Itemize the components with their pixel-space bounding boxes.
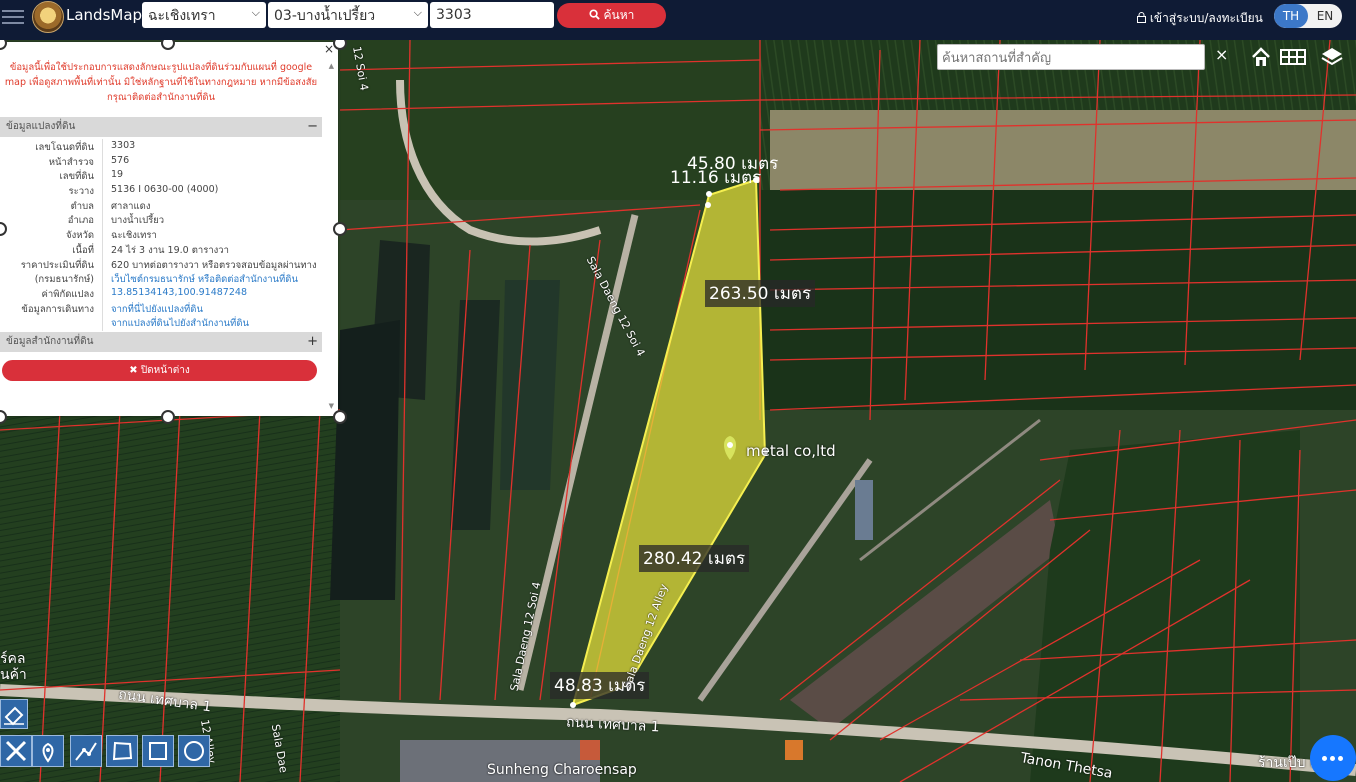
- map-place-label: Sunheng Charoensap: [487, 762, 637, 778]
- home-icon[interactable]: [1248, 44, 1276, 70]
- line-icon[interactable]: [70, 735, 102, 767]
- detail-row: (กรมธนารักษ์) เว็บไซต์กรมธนารักษ์ หรือติด…: [0, 271, 322, 286]
- clear-search-icon[interactable]: ×: [1215, 45, 1228, 64]
- detail-row: ระวาง 5136 I 0630-00 (4000): [0, 183, 322, 198]
- map-place-label: metal co,ltd: [746, 442, 836, 460]
- detail-value: 576: [111, 154, 130, 166]
- polygon-icon[interactable]: [106, 735, 138, 767]
- measurement-label: 263.50 เมตร: [705, 280, 816, 307]
- detail-row: ค่าพิกัดแปลง 13.85134143,100.91487248: [0, 286, 322, 301]
- resize-handle[interactable]: [161, 410, 175, 424]
- detail-row: เลขโฉนดที่ดิน 3303: [0, 139, 322, 154]
- grid-icon[interactable]: [1279, 44, 1307, 70]
- menu-icon[interactable]: [2, 6, 24, 28]
- province-select[interactable]: ฉะเชิงเทรา ⌵: [142, 2, 266, 28]
- detail-row: อำเภอ บางน้ำเปรี้ยว: [0, 212, 322, 227]
- eraser-icon[interactable]: [0, 699, 28, 729]
- ruler-icon[interactable]: [0, 735, 32, 767]
- directions-to-office-link[interactable]: จากแปลงที่ดินไปยังสำนักงานที่ดิน: [111, 316, 249, 331]
- close-window-button[interactable]: ✖ ปิดหน้าต่าง: [2, 360, 317, 381]
- province-value: ฉะเชิงเทรา: [148, 8, 216, 24]
- parcel-info-panel: × ▲ ข้อมูลนี้เพื่อใช้ประกอบการแสดงลักษณะ…: [0, 42, 338, 416]
- detail-row: เลขที่ดิน 19: [0, 168, 322, 183]
- lang-th-button[interactable]: TH: [1274, 4, 1308, 28]
- measurement-label: 280.42 เมตร: [639, 545, 750, 572]
- brand-name: LandsMaps: [66, 6, 150, 24]
- section-title: ข้อมูลแปลงที่ดิน: [6, 121, 76, 132]
- detail-value: 5136 I 0630-00 (4000): [111, 184, 219, 196]
- section-title: ข้อมูลสำนักงานที่ดิน: [6, 336, 94, 347]
- disclaimer-text: ข้อมูลนี้เพื่อใช้ประกอบการแสดงลักษณะรูปแ…: [4, 62, 318, 103]
- district-value: 03-บางน้ำเปรี้ยว: [274, 8, 376, 24]
- parcel-section-header[interactable]: ข้อมูลแปลงที่ดิน −: [0, 117, 322, 137]
- district-select[interactable]: 03-บางน้ำเปรี้ยว ⌵: [268, 2, 428, 28]
- scroll-up-icon[interactable]: ▲: [329, 62, 334, 70]
- parcel-number-input[interactable]: [430, 2, 554, 28]
- place-search-input[interactable]: [937, 44, 1205, 70]
- lock-icon: [1137, 12, 1146, 23]
- chevron-down-icon: ⌵: [251, 6, 260, 19]
- layers-icon[interactable]: [1318, 44, 1346, 70]
- detail-value: 3303: [111, 140, 136, 151]
- office-section-header[interactable]: ข้อมูลสำนักงานที่ดิน +: [0, 332, 322, 352]
- search-icon: [589, 9, 600, 20]
- detail-row: ราคาประเมินที่ดิน 620 บาทต่อตารางวา หรือต…: [0, 257, 322, 272]
- scroll-down-icon[interactable]: ▼: [329, 402, 334, 410]
- measurement-label: 11.16 เมตร: [670, 168, 762, 188]
- language-toggle[interactable]: TH EN: [1274, 4, 1342, 28]
- map-place-label: นค้า: [0, 667, 27, 683]
- coordinates-link[interactable]: 13.85134143,100.91487248: [111, 287, 247, 298]
- parcel-details: เลขโฉนดที่ดิน 3303 หน้าสำรวจ 576 เลขที่ดิน…: [0, 139, 322, 330]
- resize-handle[interactable]: [333, 222, 347, 236]
- chat-icon[interactable]: [1310, 735, 1356, 781]
- detail-row: จากแปลงที่ดินไปยังสำนักงานที่ดิน: [0, 315, 322, 330]
- detail-row: ตำบล ศาลาแดง: [0, 198, 322, 213]
- pin-icon[interactable]: [32, 735, 64, 767]
- rectangle-icon[interactable]: [142, 735, 174, 767]
- top-navbar: LandsMaps ฉะเชิงเทรา ⌵ 03-บางน้ำเปรี้ยว …: [0, 0, 1356, 40]
- detail-row: เนื้อที่ 24 ไร่ 3 งาน 19.0 ตารางวา: [0, 242, 322, 257]
- login-label: เข้าสู่ระบบ/ลงทะเบียน: [1149, 11, 1263, 25]
- lang-en-button[interactable]: EN: [1308, 4, 1342, 28]
- login-link[interactable]: เข้าสู่ระบบ/ลงทะเบียน: [1137, 9, 1263, 28]
- search-label: ค้นหา: [603, 8, 635, 22]
- detail-row: ข้อมูลการเดินทาง จากที่นี่ไปยังแปลงที่ดิน: [0, 301, 322, 316]
- collapse-icon[interactable]: −: [307, 117, 318, 137]
- chevron-down-icon: ⌵: [413, 6, 422, 19]
- detail-value: 19: [111, 169, 124, 181]
- search-button[interactable]: ค้นหา: [557, 3, 666, 28]
- detail-row: จังหวัด ฉะเชิงเทรา: [0, 227, 322, 242]
- resize-handle[interactable]: [333, 410, 347, 424]
- circle-icon[interactable]: [178, 735, 210, 767]
- logo: [32, 1, 64, 33]
- expand-icon[interactable]: +: [307, 332, 318, 352]
- detail-row: หน้าสำรวจ 576: [0, 154, 322, 169]
